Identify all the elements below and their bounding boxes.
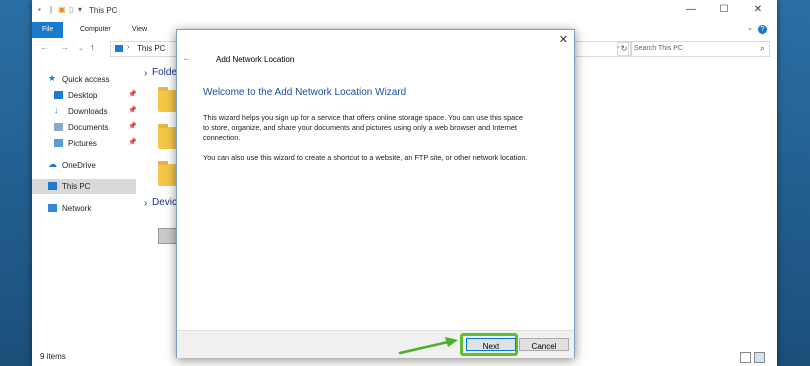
close-icon[interactable]: ✕ [559, 33, 568, 46]
computer-icon [48, 182, 57, 190]
sidebar-item-label: Quick access [62, 75, 110, 84]
breadcrumb[interactable]: This PC [137, 44, 165, 53]
wizard-description: This wizard helps you sign up for a serv… [203, 113, 553, 142]
pc-icon: ▪ [38, 5, 41, 14]
pin-icon[interactable]: 📌 [128, 90, 137, 98]
dialog-title: Add Network Location [216, 55, 295, 64]
devices-group-header[interactable]: Devic [152, 197, 177, 208]
group-expand-icon[interactable]: › [144, 198, 147, 209]
minimize-button[interactable]: — [684, 4, 698, 15]
network-icon [48, 204, 57, 212]
maximize-button[interactable]: ☐ [717, 4, 731, 15]
window-title: This PC [89, 6, 118, 15]
sidebar-item-onedrive[interactable]: ☁ OneDrive [32, 158, 136, 173]
navigation-pane: ★ Quick access Desktop 📌 ↓ Downloads 📌 D… [32, 62, 137, 346]
pin-icon[interactable]: 📌 [128, 122, 137, 130]
search-input[interactable]: Search This PC ⌕ [628, 41, 770, 57]
cloud-icon: ☁ [48, 159, 57, 169]
documents-icon [54, 123, 63, 131]
group-expand-icon[interactable]: › [144, 68, 147, 79]
item-count: 9 items [40, 352, 66, 361]
breadcrumb-chevron-icon[interactable]: › [127, 44, 129, 51]
tab-file[interactable]: File [32, 22, 64, 38]
folders-group-header[interactable]: Folde [152, 67, 177, 78]
sidebar-item-desktop[interactable]: Desktop 📌 [32, 88, 137, 103]
wizard-heading: Welcome to the Add Network Location Wiza… [203, 87, 407, 98]
sidebar-item-label: This PC [62, 182, 91, 191]
sidebar-item-label: Downloads [68, 107, 108, 116]
sidebar-item-label: Desktop [68, 91, 98, 100]
cancel-button[interactable]: Cancel [519, 338, 569, 351]
add-network-location-dialog: ✕ ← Add Network Location Welcome to the … [176, 29, 575, 358]
back-arrow-icon[interactable]: ← [182, 53, 192, 64]
wizard-description-secondary: You can also use this wizard to create a… [203, 153, 528, 162]
tab-computer[interactable]: Computer [72, 22, 119, 38]
sidebar-item-this-pc[interactable]: This PC [32, 179, 136, 194]
desktop-icon [54, 91, 63, 99]
new-folder-icon[interactable]: ▯ [69, 5, 78, 14]
tab-view[interactable]: View [124, 22, 155, 38]
sidebar-item-pictures[interactable]: Pictures 📌 [32, 136, 137, 151]
next-button[interactable]: Next [466, 338, 516, 351]
sidebar-item-documents[interactable]: Documents 📌 [32, 120, 137, 135]
chevron-down-icon[interactable]: ⌄ [747, 24, 753, 32]
pictures-icon [54, 139, 63, 147]
help-icon[interactable]: ? [758, 25, 767, 34]
dialog-footer: Next Cancel [177, 330, 574, 358]
large-icons-view-icon[interactable] [754, 352, 765, 363]
star-icon: ★ [48, 73, 57, 83]
sidebar-item-label: Network [62, 204, 92, 213]
sidebar-item-label: Pictures [68, 139, 97, 148]
quick-access-dropdown-icon[interactable]: ▾ [78, 5, 87, 14]
description-line: This wizard helps you sign up for a serv… [203, 113, 523, 122]
details-view-icon[interactable] [740, 352, 751, 363]
annotation-arrow-icon [398, 337, 458, 355]
forward-arrow-icon[interactable]: → [60, 42, 69, 52]
recent-dropdown-icon[interactable]: ⌄ [78, 44, 84, 52]
sidebar-item-label: OneDrive [62, 161, 96, 170]
description-line: to store, organize, and share your docum… [203, 122, 517, 132]
title-bar: ▪ | ▣ ▯ ▾ This PC — ☐ ✕ [32, 0, 777, 22]
description-line: connection. [203, 132, 241, 142]
properties-icon[interactable]: ▣ [58, 5, 67, 14]
download-arrow-icon: ↓ [54, 105, 59, 115]
sidebar-item-quick-access[interactable]: ★ Quick access [32, 72, 136, 87]
up-arrow-icon[interactable]: ↑ [90, 42, 95, 52]
sidebar-item-network[interactable]: Network [32, 201, 136, 216]
search-placeholder: Search This PC [634, 45, 683, 52]
back-arrow-icon[interactable]: ← [40, 42, 49, 52]
pin-icon[interactable]: 📌 [128, 106, 137, 114]
close-window-button[interactable]: ✕ [751, 4, 765, 15]
search-icon[interactable]: ⌕ [760, 43, 765, 54]
pin-icon[interactable]: 📌 [128, 138, 137, 146]
computer-icon [115, 45, 123, 52]
sidebar-item-downloads[interactable]: ↓ Downloads 📌 [32, 104, 137, 119]
sidebar-item-label: Documents [68, 123, 109, 132]
